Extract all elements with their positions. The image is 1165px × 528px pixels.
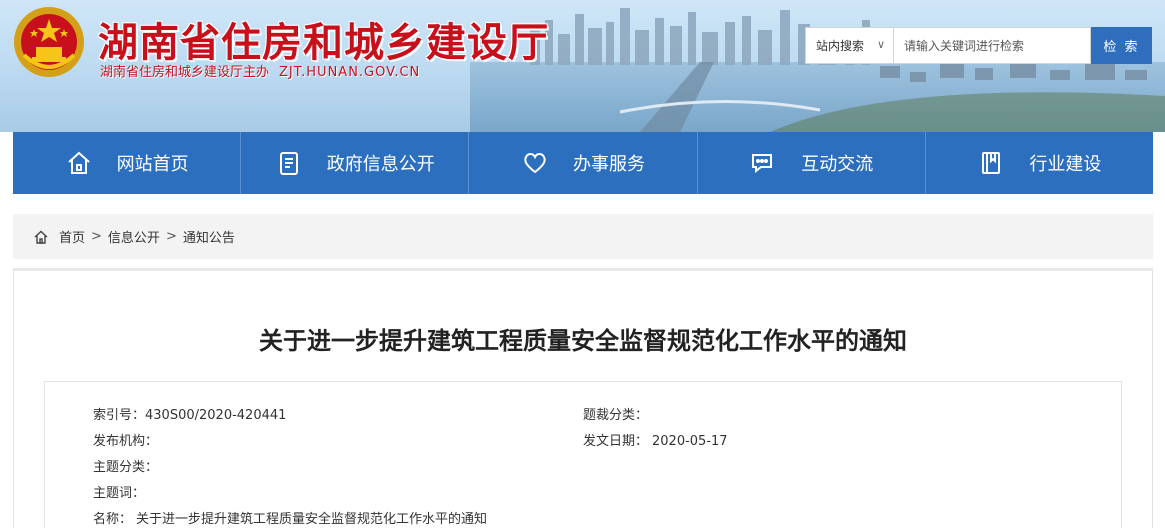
nav-item-interaction[interactable]: 互动交流 <box>698 132 926 194</box>
breadcrumb: 首页 > 信息公开 > 通知公告 <box>13 214 1153 259</box>
nav-item-gov-info[interactable]: 政府信息公开 <box>241 132 470 194</box>
site-subtitle: 湖南省住房和城乡建设厅主办 ZJT.HUNAN.GOV.CN <box>100 61 420 80</box>
nav-item-services[interactable]: 办事服务 <box>469 132 698 194</box>
search-input[interactable] <box>894 27 1091 64</box>
meta-topic: 主题分类： <box>93 456 162 475</box>
meta-publisher-label: 发布机构： <box>93 434 159 449</box>
nav-item-industry[interactable]: 行业建设 <box>926 132 1153 194</box>
search-button[interactable]: 检 索 <box>1091 27 1152 64</box>
meta-genre: 题裁分类： <box>583 404 652 423</box>
nav-item-label: 互动交流 <box>801 154 874 175</box>
breadcrumb-notice-link[interactable]: 通知公告 <box>183 227 235 246</box>
nav-item-label: 网站首页 <box>116 154 189 175</box>
chevron-down-icon: ∨ <box>876 38 885 51</box>
site-title: 湖南省住房和城乡建设厅 <box>98 19 549 66</box>
site-search: 站内搜索 ∨ 检 索 <box>805 27 1152 64</box>
article-panel: 关于进一步提升建筑工程质量安全监督规范化工作水平的通知 索引号：430S00/2… <box>13 268 1153 528</box>
meta-genre-label: 题裁分类： <box>583 408 649 423</box>
meta-index-value: 430S00/2020-420441 <box>145 408 287 423</box>
search-scope-label: 站内搜索 <box>816 39 865 53</box>
chat-icon <box>749 149 777 177</box>
nav-item-label: 政府信息公开 <box>326 154 435 175</box>
meta-publisher: 发布机构： <box>93 430 162 449</box>
search-scope-select[interactable]: 站内搜索 ∨ <box>805 27 894 64</box>
breadcrumb-separator: > <box>91 229 102 244</box>
site-subtitle-text: 湖南省住房和城乡建设厅主办 <box>100 65 270 80</box>
home-icon <box>33 229 49 245</box>
breadcrumb-info-link[interactable]: 信息公开 <box>108 227 160 246</box>
meta-keywords: 主题词： <box>93 482 149 501</box>
heart-icon <box>521 149 549 177</box>
meta-name: 名称： 关于进一步提升建筑工程质量安全监督规范化工作水平的通知 <box>93 508 487 527</box>
book-icon <box>977 149 1005 177</box>
meta-date-value: 2020-05-17 <box>652 434 728 449</box>
article-title: 关于进一步提升建筑工程质量安全监督规范化工作水平的通知 <box>259 327 907 355</box>
nav-item-home[interactable]: 网站首页 <box>13 132 242 194</box>
meta-index: 索引号：430S00/2020-420441 <box>93 404 286 423</box>
breadcrumb-separator: > <box>165 229 177 244</box>
site-domain: ZJT.HUNAN.GOV.CN <box>279 65 421 80</box>
national-emblem-logo <box>14 7 84 77</box>
header-banner: 湖南省住房和城乡建设厅 湖南省住房和城乡建设厅主办 ZJT.HUNAN.GOV.C… <box>0 0 1165 132</box>
nav-item-label: 办事服务 <box>573 154 645 175</box>
main-nav: 网站首页 政府信息公开 办事服务 互动交流 行业建设 <box>13 132 1153 194</box>
meta-name-label: 名称： <box>93 512 133 527</box>
city-skyline-image <box>470 8 1165 132</box>
home-icon <box>65 149 93 177</box>
meta-date-label: 发文日期： <box>583 434 649 449</box>
breadcrumb-home-link[interactable]: 首页 <box>59 227 85 246</box>
article-meta-table: 索引号：430S00/2020-420441 题裁分类： 发布机构： 发文日期：… <box>44 381 1122 528</box>
meta-date: 发文日期： 2020-05-17 <box>583 430 728 449</box>
meta-keywords-label: 主题词： <box>93 486 146 501</box>
document-icon <box>275 149 303 177</box>
meta-index-label: 索引号： <box>93 408 146 423</box>
nav-item-label: 行业建设 <box>1029 154 1102 175</box>
meta-topic-label: 主题分类： <box>93 460 159 475</box>
meta-name-value: 关于进一步提升建筑工程质量安全监督规范化工作水平的通知 <box>136 512 488 527</box>
